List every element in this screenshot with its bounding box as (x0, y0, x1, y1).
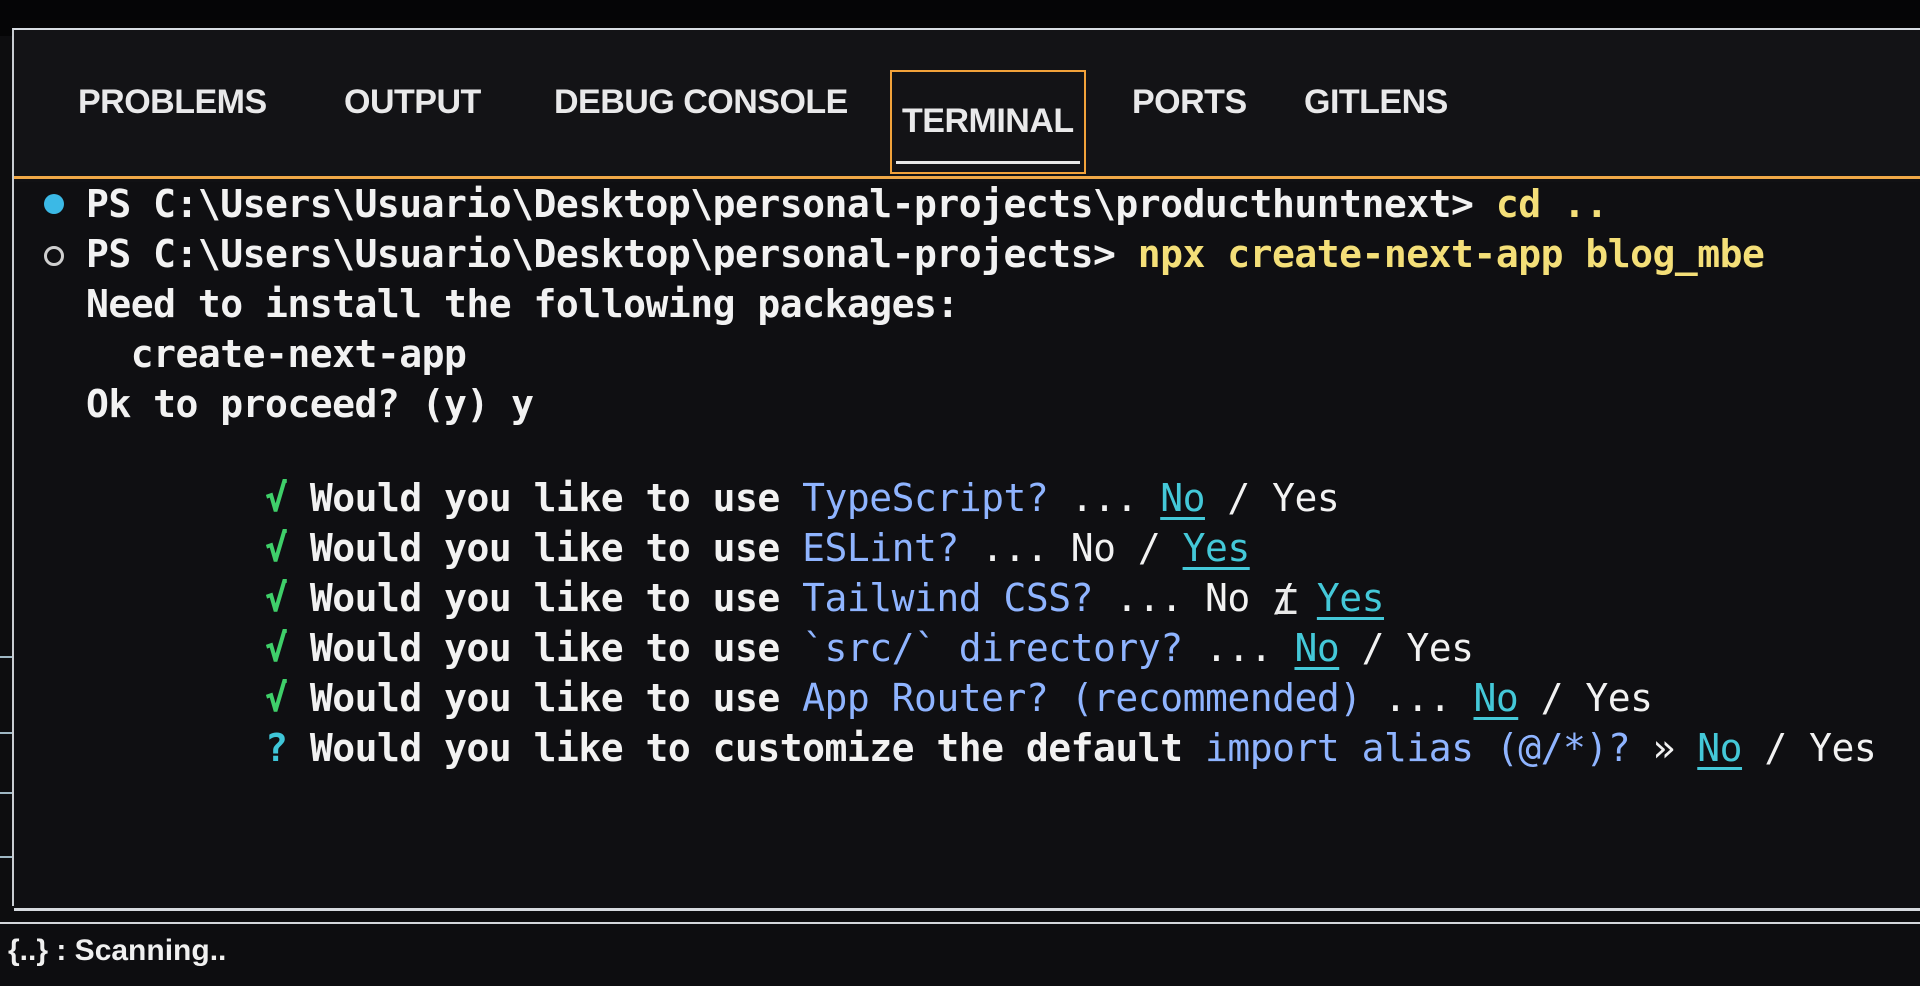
option-yes: Yes (1272, 476, 1340, 520)
panel-tab-bar: PROBLEMS OUTPUT DEBUG CONSOLE TERMINAL P… (14, 30, 1920, 176)
text-cursor-icon: ⌶ (1274, 578, 1299, 624)
tab-gitlens[interactable]: GITLENS (1304, 74, 1448, 130)
command-success-dot-icon[interactable] (44, 194, 64, 214)
option-yes[interactable]: Yes (1809, 726, 1877, 770)
panel-divider (14, 176, 1920, 179)
tab-ports[interactable]: PORTS (1132, 74, 1247, 130)
command-running-dot-icon[interactable] (44, 246, 64, 266)
tab-output[interactable]: OUTPUT (344, 74, 481, 130)
question-line-active[interactable]: ? Would you like to customize the defaul… (86, 682, 1877, 814)
terminal-line: PS C:\Users\Usuario\Desktop\personal-pro… (86, 232, 1765, 276)
screen: PROBLEMS OUTPUT DEBUG CONSOLE TERMINAL P… (0, 0, 1920, 986)
status-bar: {..} : Scanning.. (0, 922, 1920, 986)
panel-bottom-edge (14, 908, 1920, 911)
bottom-panel: PROBLEMS OUTPUT DEBUG CONSOLE TERMINAL P… (12, 28, 1920, 911)
tab-debug-console[interactable]: DEBUG CONSOLE (554, 74, 848, 130)
question-mark-icon: ? (265, 726, 288, 770)
terminal-line: PS C:\Users\Usuario\Desktop\personal-pro… (86, 182, 1608, 226)
tab-terminal[interactable]: TERMINAL (890, 70, 1086, 174)
tab-problems[interactable]: PROBLEMS (78, 74, 267, 130)
terminal-line: Ok to proceed? (y) y (86, 382, 534, 426)
terminal-line: Need to install the following packages: (86, 282, 959, 326)
status-scanning[interactable]: {..} : Scanning.. (8, 934, 226, 968)
terminal-line: create-next-app (86, 332, 467, 376)
terminal-output[interactable]: PS C:\Users\Usuario\Desktop\personal-pro… (14, 182, 1920, 908)
option-no[interactable]: No (1697, 726, 1742, 770)
